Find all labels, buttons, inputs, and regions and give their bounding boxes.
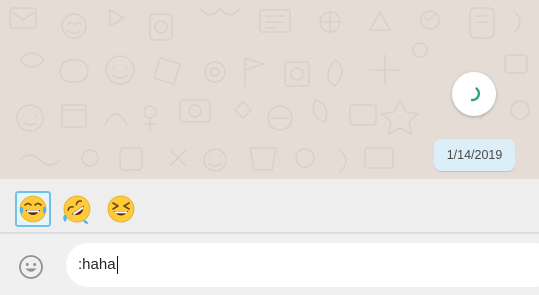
face-with-tears-of-joy-icon bbox=[19, 195, 47, 223]
message-input-text: :haha bbox=[78, 256, 116, 273]
scroll-down-button[interactable] bbox=[452, 72, 496, 116]
date-chip: 1/14/2019 bbox=[434, 139, 515, 171]
emoji-suggestion-tears-of-joy[interactable] bbox=[15, 191, 51, 227]
emoji-picker-button[interactable] bbox=[17, 253, 45, 281]
grinning-squinting-face-icon bbox=[107, 195, 135, 223]
emoji-suggestion-bar bbox=[0, 179, 539, 233]
smiley-icon bbox=[19, 255, 43, 279]
emoji-suggestion-squinting-grin[interactable] bbox=[103, 191, 139, 227]
text-caret bbox=[116, 256, 118, 275]
chat-panel: 1/14/2019 bbox=[0, 0, 539, 179]
loading-spinner-icon bbox=[470, 87, 481, 102]
message-input[interactable]: :haha bbox=[66, 243, 539, 287]
rolling-on-the-floor-laughing-icon bbox=[63, 195, 91, 224]
message-composer: :haha bbox=[0, 234, 539, 295]
date-chip-label: 1/14/2019 bbox=[446, 148, 503, 162]
emoji-suggestion-rolling-laughing[interactable] bbox=[59, 191, 95, 227]
